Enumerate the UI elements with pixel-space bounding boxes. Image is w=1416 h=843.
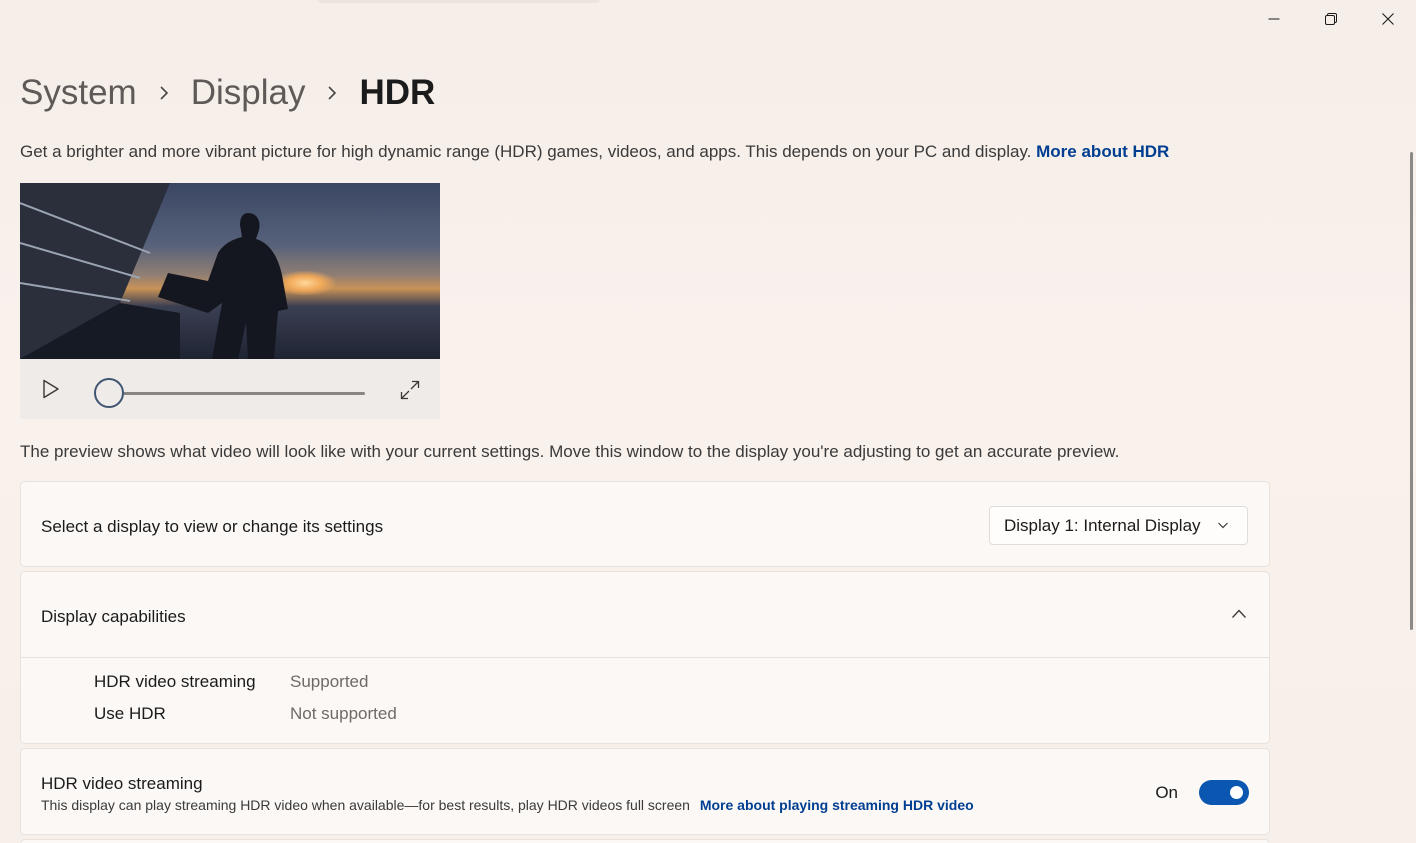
preview-note: The preview shows what video will look l… xyxy=(20,442,1120,461)
play-button[interactable] xyxy=(40,378,62,400)
capability-row: Use HDR Not supported xyxy=(94,704,397,724)
toggle-knob xyxy=(1230,786,1243,799)
video-frame[interactable] xyxy=(20,183,440,359)
hdr-streaming-description: This display can play streaming HDR vide… xyxy=(41,797,690,813)
hdr-streaming-description-row: This display can play streaming HDR vide… xyxy=(41,797,974,813)
capability-row: HDR video streaming Supported xyxy=(94,672,368,692)
toggle-state-label: On xyxy=(1155,783,1178,802)
more-about-streaming-link[interactable]: More about playing streaming HDR video xyxy=(700,797,974,813)
restore-button[interactable] xyxy=(1302,0,1359,38)
intro-text: Get a brighter and more vibrant picture … xyxy=(20,142,1169,162)
display-capabilities-card: Display capabilities HDR video streaming… xyxy=(20,571,1270,744)
next-setting-card xyxy=(20,839,1270,843)
chevron-down-icon xyxy=(1218,522,1228,529)
chevron-right-icon xyxy=(305,85,359,101)
capability-name: HDR video streaming xyxy=(94,672,256,691)
title-bar-drag-region[interactable] xyxy=(318,0,600,3)
minimize-button[interactable] xyxy=(1245,0,1302,38)
close-icon xyxy=(1381,13,1394,25)
hdr-video-preview xyxy=(20,183,440,419)
capability-value: Not supported xyxy=(290,704,397,723)
display-select-card: Select a display to view or change its s… xyxy=(20,481,1270,567)
restore-icon xyxy=(1324,13,1337,25)
page-title: HDR xyxy=(359,73,436,112)
display-capabilities-title: Display capabilities xyxy=(41,607,186,626)
fullscreen-button[interactable] xyxy=(398,378,422,402)
capability-value: Supported xyxy=(290,672,369,691)
display-select-value: Display 1: Internal Display xyxy=(1004,515,1201,535)
expand-icon xyxy=(400,380,420,400)
play-icon xyxy=(43,379,59,399)
display-select-label: Select a display to view or change its s… xyxy=(41,517,384,536)
hdr-streaming-card: HDR video streaming This display can pla… xyxy=(20,748,1270,835)
display-select-dropdown[interactable]: Display 1: Internal Display xyxy=(989,506,1248,545)
window-controls xyxy=(1245,0,1416,38)
seek-slider-track[interactable] xyxy=(96,392,365,395)
close-button[interactable] xyxy=(1359,0,1416,38)
intro-description: Get a brighter and more vibrant picture … xyxy=(20,142,1032,161)
chevron-up-icon xyxy=(1232,609,1246,618)
video-silhouette xyxy=(158,213,288,359)
hdr-streaming-toggle[interactable] xyxy=(1199,780,1249,805)
more-about-hdr-link[interactable]: More about HDR xyxy=(1036,142,1169,161)
video-controls xyxy=(20,359,440,419)
chevron-right-icon xyxy=(137,85,191,101)
scrollbar[interactable] xyxy=(1410,152,1413,630)
capability-name: Use HDR xyxy=(94,704,166,723)
display-capabilities-header[interactable]: Display capabilities xyxy=(21,572,1269,658)
minimize-icon xyxy=(1268,18,1279,20)
hdr-streaming-title: HDR video streaming xyxy=(41,774,203,793)
seek-slider-thumb[interactable] xyxy=(94,378,124,408)
breadcrumb: System Display HDR xyxy=(20,70,435,116)
breadcrumb-system[interactable]: System xyxy=(20,73,137,113)
breadcrumb-display[interactable]: Display xyxy=(191,73,306,113)
